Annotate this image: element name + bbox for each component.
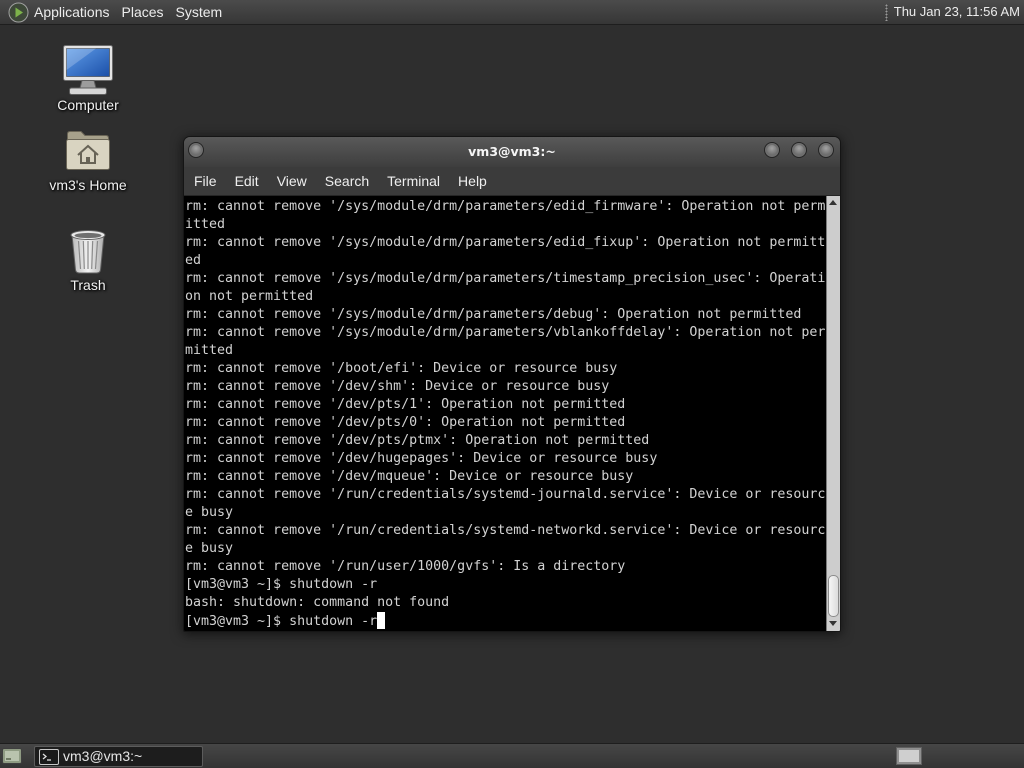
workspace-switcher-icon[interactable] xyxy=(896,747,922,765)
home-folder-icon[interactable] xyxy=(65,129,111,171)
shell-prompt: [vm3@vm3 ~]$ xyxy=(185,614,282,629)
menu-help[interactable]: Help xyxy=(449,167,496,195)
scroll-down-arrow-icon[interactable] xyxy=(829,621,837,626)
terminal-command-input[interactable]: shutdown -r xyxy=(289,614,377,629)
menu-edit[interactable]: Edit xyxy=(226,167,268,195)
terminal-scrollbar[interactable] xyxy=(826,196,840,631)
terminal-output-line: rm: cannot remove '/run/credentials/syst… xyxy=(185,523,826,538)
terminal-prompt-line[interactable]: [vm3@vm3 ~]$ shutdown -r xyxy=(185,612,826,630)
terminal-output-line: rm: cannot remove '/sys/module/drm/param… xyxy=(185,325,826,340)
minimize-button[interactable] xyxy=(764,142,780,158)
applications-menu-logo-icon[interactable] xyxy=(8,2,29,23)
terminal-output-line: itted xyxy=(185,217,226,232)
maximize-button[interactable] xyxy=(791,142,807,158)
terminal-output-line: e busy xyxy=(185,541,234,556)
top-panel: Applications Places System Thu Jan 23, 1… xyxy=(0,0,1024,25)
terminal-output-line: e busy xyxy=(185,505,234,520)
scroll-up-arrow-icon[interactable] xyxy=(829,200,837,205)
terminal-output-line: rm: cannot remove '/dev/hugepages': Devi… xyxy=(185,451,658,466)
workspace-1[interactable] xyxy=(899,750,919,762)
text-cursor xyxy=(377,612,386,629)
terminal-output-line: rm: cannot remove '/dev/pts/1': Operatio… xyxy=(185,397,626,412)
terminal-output-line: rm: cannot remove '/sys/module/drm/param… xyxy=(185,271,826,286)
menu-view[interactable]: View xyxy=(268,167,316,195)
window-title: vm3@vm3:~ xyxy=(468,144,556,159)
terminal-icon xyxy=(39,749,59,765)
panel-separator-handle[interactable] xyxy=(885,4,888,21)
terminal-output: rm: cannot remove '/sys/module/drm/param… xyxy=(185,198,826,630)
terminal-output-line: rm: cannot remove '/run/credentials/syst… xyxy=(185,487,826,502)
terminal-scrollback: rm: cannot remove '/sys/module/drm/param… xyxy=(185,198,826,612)
places-menu[interactable]: Places xyxy=(116,0,170,25)
window-titlebar[interactable]: vm3@vm3:~ xyxy=(184,137,840,167)
terminal-output-line: on not permitted xyxy=(185,289,314,304)
close-button[interactable] xyxy=(818,142,834,158)
scrollbar-thumb[interactable] xyxy=(828,575,839,617)
terminal-output-line: bash: shutdown: command not found xyxy=(185,595,450,610)
terminal-window: vm3@vm3:~ File Edit View Search Terminal… xyxy=(183,136,841,632)
terminal-output-line: rm: cannot remove '/sys/module/drm/param… xyxy=(185,199,826,214)
menu-file[interactable]: File xyxy=(185,167,226,195)
terminal-output-line: rm: cannot remove '/boot/efi': Device or… xyxy=(185,361,618,376)
terminal-output-line: rm: cannot remove '/sys/module/drm/param… xyxy=(185,235,826,250)
applications-menu[interactable]: Applications xyxy=(28,0,116,25)
trash-icon[interactable] xyxy=(68,228,108,274)
show-desktop-icon[interactable] xyxy=(2,747,22,765)
terminal-screen[interactable]: rm: cannot remove '/sys/module/drm/param… xyxy=(184,196,826,631)
taskbar-button-terminal[interactable]: vm3@vm3:~ xyxy=(34,746,203,767)
terminal-output-line: rm: cannot remove '/dev/pts/ptmx': Opera… xyxy=(185,433,650,448)
clock[interactable]: Thu Jan 23, 11:56 AM xyxy=(894,0,1020,24)
terminal-output-line: mitted xyxy=(185,343,234,358)
terminal-output-line: rm: cannot remove '/dev/pts/0': Operatio… xyxy=(185,415,626,430)
bottom-panel: vm3@vm3:~ xyxy=(0,743,1024,768)
computer-icon[interactable] xyxy=(62,44,114,96)
terminal-output-line: rm: cannot remove '/dev/shm': Device or … xyxy=(185,379,610,394)
terminal-menubar: File Edit View Search Terminal Help xyxy=(184,167,840,196)
menu-terminal[interactable]: Terminal xyxy=(378,167,449,195)
desktop-icon-label: vm3's Home xyxy=(49,177,127,193)
terminal-output-line: rm: cannot remove '/run/user/1000/gvfs':… xyxy=(185,559,626,574)
desktop-icon-label: Computer xyxy=(57,97,119,113)
panel-menus: Applications Places System xyxy=(28,0,228,25)
terminal-output-line: [vm3@vm3 ~]$ shutdown -r xyxy=(185,577,378,592)
terminal-output-line: ed xyxy=(185,253,202,268)
menu-search[interactable]: Search xyxy=(316,167,378,195)
taskbar-button-label: vm3@vm3:~ xyxy=(63,748,143,764)
system-menu[interactable]: System xyxy=(170,0,229,25)
desktop-icon-label: Trash xyxy=(70,277,106,293)
terminal-output-line: rm: cannot remove '/sys/module/drm/param… xyxy=(185,307,802,322)
terminal-output-line: rm: cannot remove '/dev/mqueue': Device … xyxy=(185,469,634,484)
